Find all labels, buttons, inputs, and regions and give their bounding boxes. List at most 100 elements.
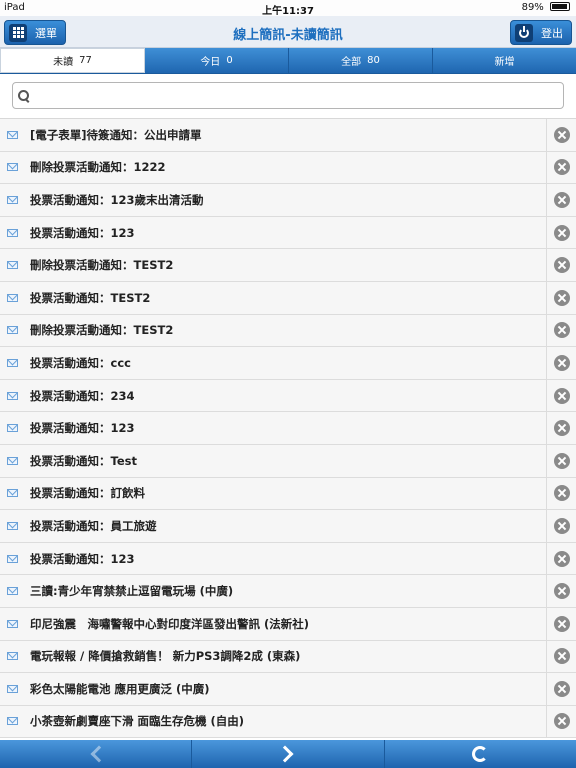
search-box <box>12 82 564 109</box>
message-title: 電玩報報 / 降價搶救銷售！ 新力PS3調降2成 (東森) <box>30 649 301 664</box>
list-item[interactable]: 投票活動通知：訂飲料 <box>0 477 576 511</box>
delete-button[interactable] <box>546 347 576 379</box>
close-circle-icon <box>553 289 570 306</box>
message-title: 彩色太陽能電池 應用更廣泛 (中廣) <box>30 681 210 696</box>
list-item[interactable]: 小茶壺新劇賣座下滑 面臨生存危機 (自由) <box>0 705 576 739</box>
tab-all[interactable]: 全部 80 <box>289 48 433 73</box>
delete-button[interactable] <box>546 216 576 249</box>
delete-button[interactable] <box>546 184 576 216</box>
tab-unread-count: 77 <box>79 55 92 66</box>
close-circle-icon <box>553 452 570 469</box>
power-icon <box>515 23 533 42</box>
list-item[interactable]: 投票活動通知：Test <box>0 444 576 478</box>
delete-button[interactable] <box>546 444 576 477</box>
status-bar: iPad 上午11:37 89% <box>0 0 576 17</box>
page-title: 線上簡訊-未讀簡訊 <box>233 28 343 43</box>
envelope-icon <box>7 130 18 139</box>
logout-button[interactable]: 登出 <box>510 20 572 45</box>
next-page-button[interactable] <box>192 740 385 768</box>
list-item[interactable]: 三讀:青少年宵禁禁止逗留電玩場 (中廣) <box>0 575 576 608</box>
tab-unread-label: 未讀 <box>53 57 74 68</box>
close-circle-icon <box>553 159 570 176</box>
list-item[interactable]: [電子表單]待簽通知：公出申請單 <box>0 119 576 152</box>
list-item[interactable]: 刪除投票活動通知：TEST2 <box>0 249 576 282</box>
message-title: 印尼強震 海嘯警報中心對印度洋區發出警訊 (法新社) <box>30 616 310 631</box>
message-title: 投票活動通知：Test <box>30 453 137 468</box>
tab-new[interactable]: 新增 <box>433 48 576 73</box>
delete-button[interactable] <box>546 119 576 151</box>
delete-button[interactable] <box>546 379 576 412</box>
close-circle-icon <box>553 224 570 241</box>
close-circle-icon <box>553 191 570 208</box>
close-circle-icon <box>553 517 570 534</box>
envelope-icon <box>7 293 18 302</box>
message-title: 投票活動通知：123 <box>30 225 135 240</box>
list-item[interactable]: 彩色太陽能電池 應用更廣泛 (中廣) <box>0 673 576 706</box>
close-circle-icon <box>553 583 570 600</box>
message-title: 投票活動通知：123 <box>30 551 135 566</box>
envelope-icon <box>7 326 18 335</box>
message-title: 投票活動通知：員工旅遊 <box>30 518 157 533</box>
message-title: 刪除投票活動通知：TEST2 <box>30 258 174 273</box>
envelope-icon <box>7 358 18 367</box>
delete-button[interactable] <box>546 542 576 575</box>
delete-button[interactable] <box>546 510 576 542</box>
tab-bar: 未讀 77 今日 0 全部 80 新增 <box>0 48 576 74</box>
list-item[interactable]: 投票活動通知：123歲末出清活動 <box>0 184 576 217</box>
message-title: 刪除投票活動通知：TEST2 <box>30 323 174 338</box>
close-circle-icon <box>553 257 570 274</box>
prev-page-button[interactable] <box>0 740 193 768</box>
message-title: 投票活動通知：123 <box>30 421 135 436</box>
close-circle-icon <box>553 420 570 437</box>
envelope-icon <box>7 554 18 563</box>
close-circle-icon <box>553 485 570 502</box>
list-item[interactable]: 投票活動通知：123 <box>0 216 576 250</box>
delete-button[interactable] <box>546 607 576 640</box>
envelope-icon <box>7 521 18 530</box>
envelope-icon <box>7 163 18 172</box>
list-item[interactable]: 投票活動通知：員工旅遊 <box>0 510 576 543</box>
chevron-left-icon <box>90 745 108 763</box>
search-area <box>0 74 576 118</box>
delete-button[interactable] <box>546 281 576 314</box>
envelope-icon <box>7 684 18 693</box>
tab-all-count: 80 <box>367 55 380 66</box>
delete-button[interactable] <box>546 575 576 607</box>
delete-button[interactable] <box>546 314 576 347</box>
tab-all-label: 全部 <box>341 57 362 68</box>
list-item[interactable]: 投票活動通知：123 <box>0 412 576 445</box>
message-title: [電子表單]待簽通知：公出申請單 <box>30 127 202 142</box>
delete-button[interactable] <box>546 640 576 673</box>
envelope-icon <box>7 717 18 726</box>
message-title: 投票活動通知：123歲末出清活動 <box>30 192 204 207</box>
delete-button[interactable] <box>546 249 576 281</box>
list-item[interactable]: 刪除投票活動通知：1222 <box>0 151 576 185</box>
list-item[interactable]: 印尼強震 海嘯警報中心對印度洋區發出警訊 (法新社) <box>0 607 576 641</box>
list-item[interactable]: 投票活動通知：ccc <box>0 347 576 380</box>
delete-button[interactable] <box>546 477 576 510</box>
list-item[interactable]: 投票活動通知：234 <box>0 379 576 413</box>
delete-button[interactable] <box>546 412 576 444</box>
tab-today[interactable]: 今日 0 <box>145 48 289 73</box>
refresh-button[interactable] <box>385 740 576 768</box>
message-list: [電子表單]待簽通知：公出申請單刪除投票活動通知：1222 投票活動通知：123歲… <box>0 118 576 740</box>
list-item[interactable]: 刪除投票活動通知：TEST2 <box>0 314 576 348</box>
delete-button[interactable] <box>546 151 576 184</box>
close-circle-icon <box>553 126 570 143</box>
delete-button[interactable] <box>546 673 576 705</box>
list-item[interactable]: 電玩報報 / 降價搶救銷售！ 新力PS3調降2成 (東森) <box>0 640 576 674</box>
tab-today-count: 0 <box>226 55 233 66</box>
envelope-icon <box>7 619 18 628</box>
envelope-icon <box>7 228 18 237</box>
list-item[interactable]: 投票活動通知：123 <box>0 542 576 576</box>
close-circle-icon <box>553 550 570 567</box>
delete-button[interactable] <box>546 705 576 738</box>
close-circle-icon <box>553 615 570 632</box>
tab-unread[interactable]: 未讀 77 <box>0 48 145 73</box>
close-circle-icon <box>553 713 570 730</box>
list-item[interactable]: 投票活動通知：TEST2 <box>0 281 576 315</box>
search-input[interactable] <box>36 89 563 102</box>
message-title: 小茶壺新劇賣座下滑 面臨生存危機 (自由) <box>30 714 245 729</box>
close-circle-icon <box>553 387 570 404</box>
message-title: 投票活動通知：234 <box>30 388 135 403</box>
